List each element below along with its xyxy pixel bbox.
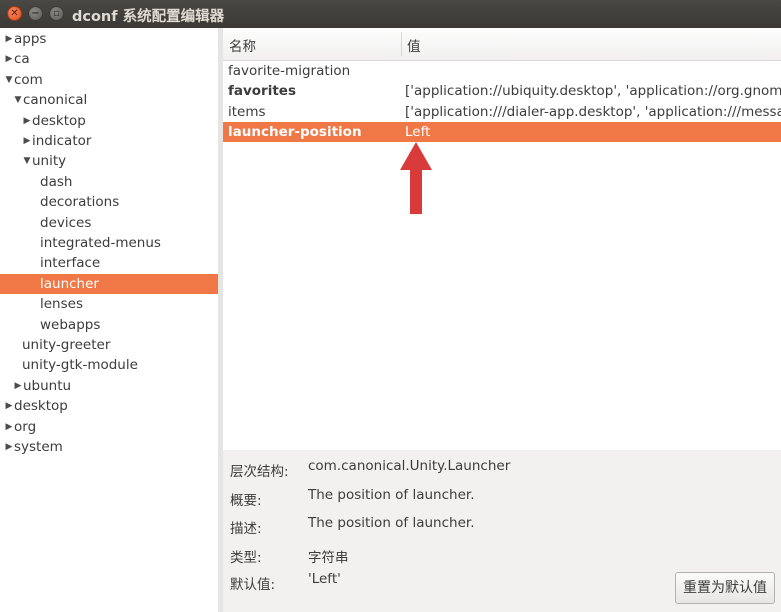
window-title: dconf 系统配置编辑器 [72, 9, 225, 25]
default-label: 默认值: [230, 577, 276, 593]
expander-closed-icon[interactable]: ▶ [4, 437, 14, 457]
expander-closed-icon[interactable]: ▶ [4, 396, 14, 416]
tree-item-label: decorations [40, 194, 120, 211]
minimize-icon: − [31, 7, 40, 19]
expander-open-icon[interactable]: ▼ [13, 90, 23, 110]
tree-item[interactable]: lenses [0, 294, 218, 314]
key-details: 层次结构: com.canonical.Unity.Launcher 概要: T… [223, 452, 781, 612]
expander-closed-icon[interactable]: ▶ [4, 49, 14, 69]
tree-item[interactable]: ▼ canonical [0, 90, 218, 110]
tree-item-label: apps [14, 31, 47, 47]
title-bar: ✕ − ▫ dconf 系统配置编辑器 [0, 0, 781, 29]
description-value: The position of launcher. [308, 515, 475, 531]
key-row[interactable]: launcher-position Left [223, 122, 781, 143]
tree-item-label: ca [14, 51, 30, 68]
key-row[interactable]: favorites ['application://ubiquity.deskto… [223, 81, 781, 101]
tree-item[interactable]: ▶ ca [0, 49, 218, 69]
tree-item-label: indicator [32, 133, 92, 149]
expander-closed-icon[interactable]: ▶ [4, 29, 14, 49]
schema-tree[interactable]: ▶ apps ▶ ca ▼ com ▼ canonical ▶ desktop ▶ indicator… [0, 28, 218, 612]
key-row[interactable]: favorite-migration [223, 61, 781, 81]
tree-item[interactable]: integrated-menus [0, 233, 218, 253]
tree-item[interactable]: unity-gtk-module [0, 355, 218, 375]
tree-item[interactable]: ▶ desktop [0, 111, 218, 131]
reset-to-default-button[interactable]: 重置为默认值 [675, 572, 775, 604]
tree-item-label: integrated-menus [40, 235, 161, 251]
tree-item-label: unity-greeter [22, 337, 111, 353]
tree-item-label: lenses [40, 296, 83, 313]
tree-item[interactable]: ▶ org [0, 417, 218, 437]
tree-item-label: devices [40, 214, 92, 231]
schema-value: com.canonical.Unity.Launcher [308, 458, 511, 474]
description-label: 描述: [230, 521, 262, 537]
annotation-arrow-icon [400, 142, 432, 214]
tree-item[interactable]: ▶ system [0, 437, 218, 457]
maximize-window-button[interactable]: ▫ [49, 6, 64, 21]
tree-item-label: org [14, 418, 37, 435]
close-window-button[interactable]: ✕ [7, 6, 22, 21]
tree-item-label: launcher [40, 275, 99, 292]
expander-open-icon[interactable]: ▼ [4, 70, 14, 90]
key-name: favorite-migration [228, 63, 351, 79]
tree-item-label: desktop [32, 112, 86, 129]
tree-item-label: system [14, 439, 63, 455]
expander-open-icon[interactable]: ▼ [22, 151, 32, 171]
minimize-window-button[interactable]: − [28, 6, 43, 21]
key-name: launcher-position [228, 124, 362, 141]
tree-item[interactable]: launcher [0, 273, 218, 294]
expander-closed-icon[interactable]: ▶ [4, 417, 14, 437]
key-value: ['application:///dialer-app.desktop', 'a… [405, 103, 781, 120]
summary-value: The position of launcher. [308, 487, 475, 503]
key-name: favorites [228, 83, 296, 100]
column-header-name[interactable]: 名称 [229, 35, 256, 55]
tree-item[interactable]: interface [0, 253, 218, 273]
tree-item[interactable]: ▶ indicator [0, 131, 218, 151]
tree-item-label: interface [40, 255, 101, 272]
close-icon: ✕ [10, 7, 19, 19]
tree-item[interactable]: decorations [0, 192, 218, 212]
tree-item[interactable]: dash [0, 172, 218, 192]
tree-item[interactable]: devices [0, 213, 218, 233]
column-divider[interactable] [401, 32, 402, 56]
key-value: ['application://ubiquity.desktop', 'appl… [405, 83, 781, 100]
schema-label: 层次结构: [230, 464, 289, 480]
tree-item[interactable]: ▶ ubuntu [0, 376, 218, 396]
type-label: 类型: [230, 550, 262, 566]
tree-item[interactable]: unity-greeter [0, 335, 218, 355]
maximize-icon: ▫ [53, 7, 60, 19]
list-header: 名称 值 [223, 28, 781, 61]
tree-item-label: canonical [23, 92, 88, 109]
tree-item-label: unity-gtk-module [22, 357, 138, 374]
column-header-value[interactable]: 值 [407, 35, 421, 55]
tree-item[interactable]: webapps [0, 315, 218, 335]
tree-item-label: webapps [40, 316, 101, 333]
key-row[interactable]: items ['application:///dialer-app.desktop… [223, 102, 781, 122]
default-value: 'Left' [308, 571, 341, 587]
key-name: items [228, 103, 266, 120]
tree-item-label: com [14, 71, 43, 88]
summary-label: 概要: [230, 493, 262, 509]
key-list: 名称 值 favorite-migration favorites ['applic… [223, 28, 781, 450]
tree-item-label: dash [40, 173, 73, 190]
tree-item[interactable]: ▶ apps [0, 29, 218, 49]
expander-closed-icon[interactable]: ▶ [22, 111, 32, 131]
tree-item-label: desktop [14, 398, 68, 415]
tree-item-label: unity [32, 153, 67, 170]
type-value: 字符串 [308, 550, 349, 566]
tree-item[interactable]: ▼ com [0, 70, 218, 90]
tree-item-label: ubuntu [23, 377, 72, 394]
expander-closed-icon[interactable]: ▶ [13, 376, 23, 396]
tree-item[interactable]: ▶ desktop [0, 396, 218, 416]
expander-closed-icon[interactable]: ▶ [22, 131, 32, 151]
tree-item[interactable]: ▼ unity [0, 151, 218, 171]
